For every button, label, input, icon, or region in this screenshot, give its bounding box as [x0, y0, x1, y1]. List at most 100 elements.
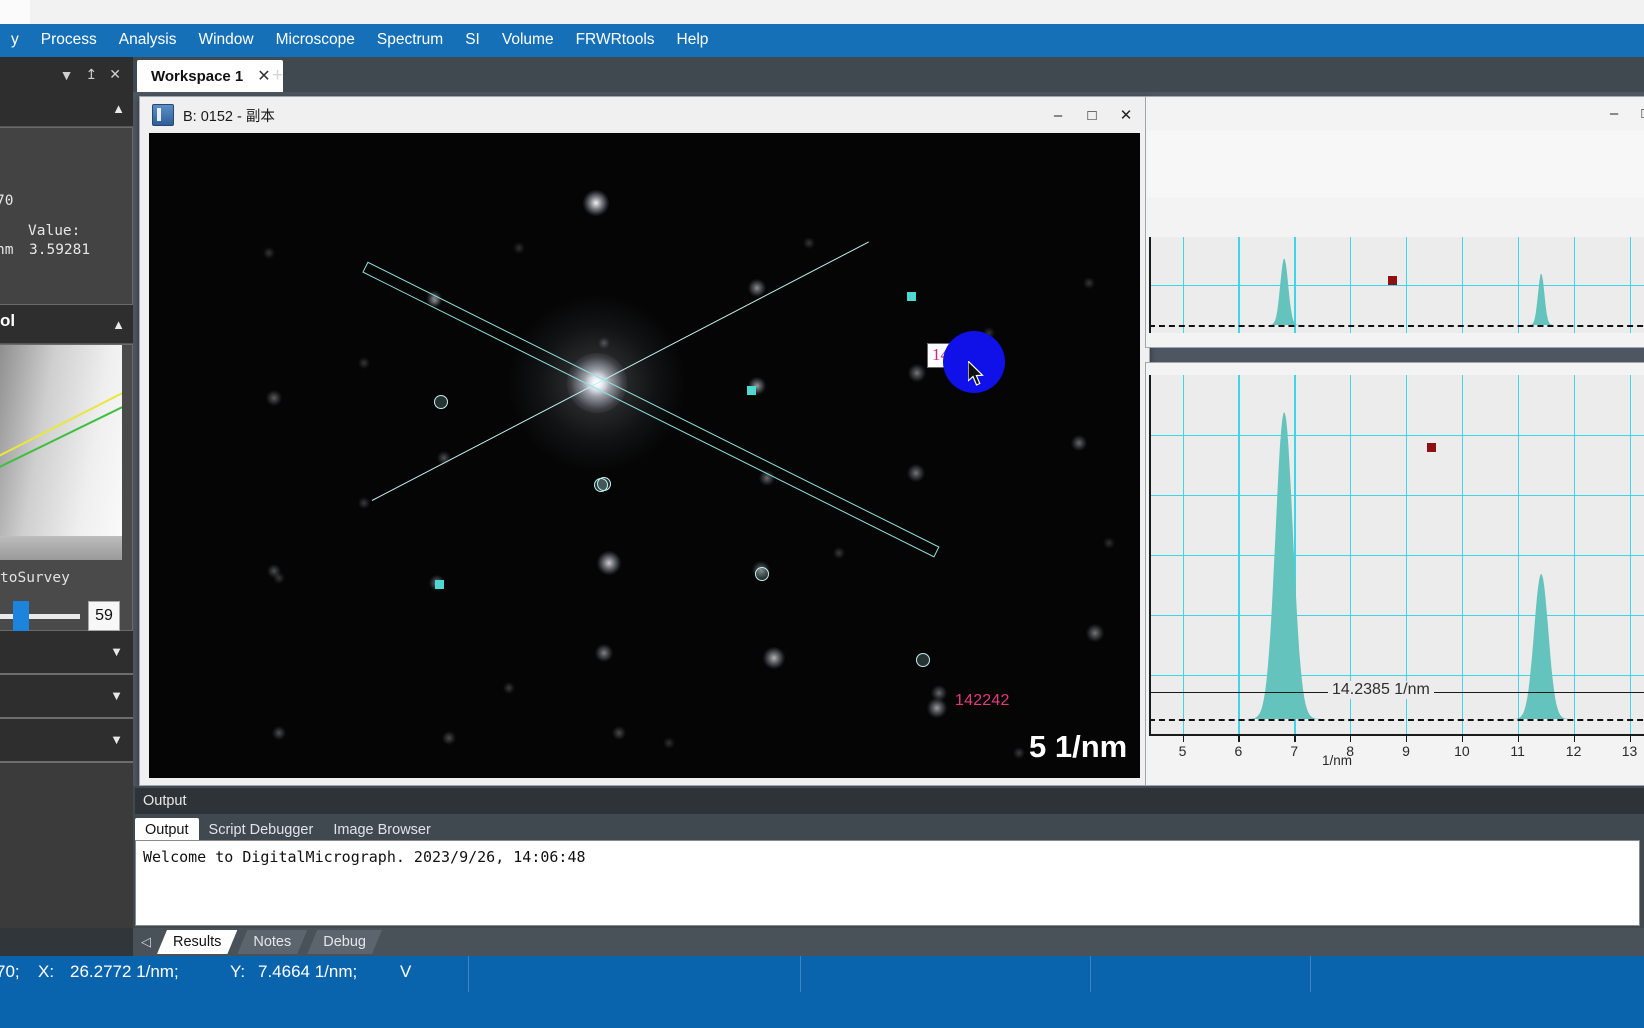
menu-item-frwrtools[interactable]: FRWRtools [565, 27, 666, 54]
info-panel-header[interactable]: ▲ [0, 92, 133, 127]
maximize-button[interactable]: □ [1630, 99, 1644, 127]
chevron-down-icon[interactable]: ▼ [110, 688, 123, 703]
diffraction-spot [1013, 747, 1025, 759]
menu-item-y[interactable]: y [0, 27, 30, 54]
image-window-titlebar[interactable]: B: 0152 - 副本 – □ ✕ [140, 97, 1149, 133]
diffraction-spot [437, 451, 451, 465]
histogram-lut-preview[interactable] [0, 345, 122, 560]
central-halo [507, 293, 687, 473]
status-x-label: X: [38, 962, 55, 981]
survey-label: toSurvey [0, 570, 70, 586]
roi-marker-ne-mid[interactable] [747, 386, 756, 395]
info-unit: nm [0, 242, 14, 258]
slider-track-1[interactable] [0, 600, 80, 632]
tab-output[interactable]: Output [135, 818, 199, 842]
menu-item-si[interactable]: SI [454, 27, 491, 54]
spectrum-top-titlebar[interactable]: – □ [1146, 97, 1644, 131]
roi-handle-4[interactable] [916, 653, 930, 667]
diffraction-spot [931, 685, 947, 701]
results-tab-bar: ◁ Results Notes Debug [133, 928, 1644, 956]
status-x-value: 26.2772 1/nm; [70, 962, 179, 981]
top-strip-left-tab [0, 0, 30, 24]
diffraction-spot [513, 242, 525, 254]
diffraction-pattern-canvas[interactable]: 14. 142242 5 1/nm [149, 133, 1140, 778]
diffraction-spot [272, 726, 286, 740]
baseline-dashed [1149, 325, 1644, 327]
spectrum-marker[interactable] [1388, 276, 1397, 286]
tab-workspace-1[interactable]: Workspace 1 ✕ [137, 60, 283, 92]
x-tick-mark [1350, 735, 1352, 742]
collapsed-panel-3[interactable]: ▼ [0, 719, 133, 763]
chevron-up-icon[interactable]: ▲ [112, 101, 125, 116]
menu-item-window[interactable]: Window [187, 27, 264, 54]
menu-item-spectrum[interactable]: Spectrum [366, 27, 454, 54]
left-dock: ▲ 70 Value: nm 3.59281 rated units ol ▲ … [0, 92, 133, 928]
slider-value-1[interactable]: 59 [88, 601, 120, 631]
collapsed-panel-1[interactable]: ▼ [0, 631, 133, 675]
diffraction-spot [748, 279, 766, 297]
image-window-icon [152, 104, 174, 126]
line-profile-roi-2[interactable] [362, 261, 940, 558]
selection-blob[interactable] [943, 331, 1005, 393]
tab-image-browser[interactable]: Image Browser [323, 818, 441, 842]
spectrum-top-plot[interactable] [1149, 237, 1644, 333]
menu-bar: y Process Analysis Window Microscope Spe… [0, 24, 1644, 57]
close-icon[interactable]: ✕ [109, 66, 121, 83]
menu-item-analysis[interactable]: Analysis [108, 27, 188, 54]
add-workspace-button[interactable]: + [272, 65, 283, 87]
diffraction-spot [597, 551, 621, 575]
diffraction-spot [927, 698, 947, 718]
tab-workspace-1-label: Workspace 1 [151, 67, 244, 85]
slider-thumb-1[interactable] [13, 600, 30, 632]
roi-handle-3[interactable] [755, 567, 769, 581]
diffraction-spot [663, 737, 675, 749]
annotation-text: 14.2385 1/nm [1328, 680, 1434, 699]
image-window[interactable]: B: 0152 - 副本 – □ ✕ 14. 142242 5 1/nm [139, 96, 1150, 786]
control-panel-header[interactable]: ol ▲ [0, 305, 133, 344]
close-icon[interactable]: ✕ [257, 66, 270, 86]
spectrum-marker[interactable] [1427, 443, 1437, 452]
roi-handle-1[interactable] [434, 395, 448, 409]
menu-item-microscope[interactable]: Microscope [265, 27, 366, 54]
maximize-button[interactable]: □ [1075, 100, 1109, 130]
minimize-button[interactable]: – [1598, 99, 1630, 127]
pin-icon[interactable]: ↥ [86, 66, 98, 83]
status-divider-4 [1310, 956, 1311, 992]
diffraction-spot [358, 357, 370, 369]
spectrum-window-main[interactable]: 14.2385 1/nm 5 6 7 8 9 10 11 12 13 1/nm [1145, 362, 1644, 786]
x-tick-label: 13 [1621, 743, 1638, 759]
menu-item-help[interactable]: Help [666, 27, 720, 54]
diffraction-spot [426, 290, 442, 306]
baseline-dashed [1149, 719, 1644, 721]
line-profile-roi-1[interactable] [371, 241, 869, 501]
workspace-tab-bar: ▼ ↥ ✕ Workspace 1 ✕ + [0, 57, 1644, 92]
minimize-button[interactable]: – [1041, 100, 1075, 130]
close-button[interactable]: ✕ [1109, 100, 1143, 130]
diffraction-spot [428, 294, 442, 308]
tab-debug[interactable]: Debug [307, 930, 382, 954]
diffraction-spot [833, 547, 845, 559]
collapsed-panel-2[interactable]: ▼ [0, 675, 133, 719]
image-window-buttons: – □ ✕ [1041, 97, 1143, 133]
menu-item-process[interactable]: Process [30, 27, 108, 54]
control-panel-body: toSurvey 59 51 53 [0, 344, 133, 728]
chevron-up-icon[interactable]: ▲ [112, 317, 125, 332]
chevron-down-icon[interactable]: ▼ [110, 644, 123, 659]
menu-item-volume[interactable]: Volume [491, 27, 565, 54]
scroll-left-icon[interactable]: ◁ [141, 934, 151, 950]
status-bar: 70; X: 26.2772 1/nm; Y: 7.4664 1/nm; V [0, 956, 1644, 1028]
spectrum-main-plot[interactable]: 14.2385 1/nm [1149, 375, 1644, 735]
diffraction-spot [595, 644, 613, 662]
roi-marker-ne[interactable] [907, 292, 916, 301]
roi-marker-sw[interactable] [435, 580, 444, 589]
chevron-down-icon[interactable]: ▼ [60, 67, 74, 83]
output-dock-header: Output [135, 788, 1644, 814]
diffraction-spot [1103, 537, 1115, 549]
tab-results[interactable]: Results [157, 930, 237, 954]
spectrum-window-top[interactable]: – □ [1145, 96, 1644, 348]
tab-script-debugger[interactable]: Script Debugger [199, 818, 324, 842]
status-divider-2 [800, 956, 801, 992]
tab-notes[interactable]: Notes [237, 930, 307, 954]
chevron-down-icon[interactable]: ▼ [110, 732, 123, 747]
roi-handle-center[interactable] [597, 477, 611, 491]
